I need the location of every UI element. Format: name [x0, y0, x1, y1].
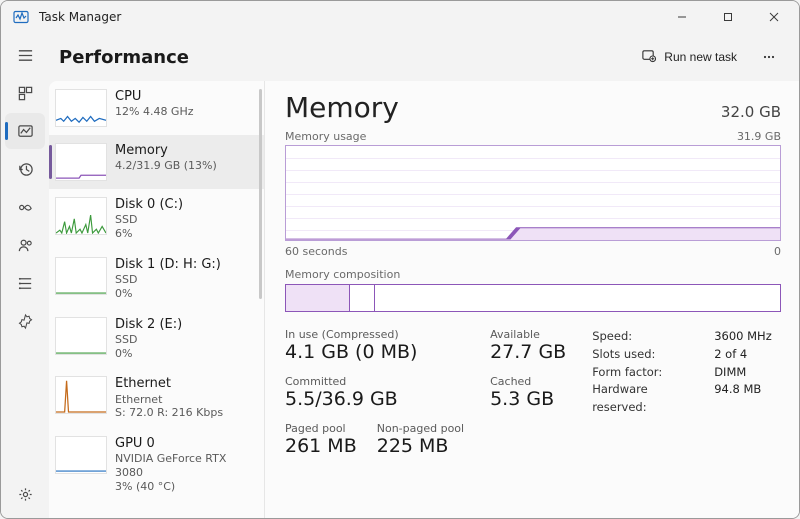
memory-composition-chart	[285, 284, 781, 312]
perf-item-gpu0[interactable]: GPU 0 NVIDIA GeForce RTX 3080 3% (40 °C)	[49, 428, 264, 502]
perf-item-disk0[interactable]: Disk 0 (C:) SSD 6%	[49, 189, 264, 249]
stats-grid: In use (Compressed) 4.1 GB (0 MB) Commit…	[285, 328, 781, 459]
perf-item-ethernet[interactable]: Ethernet Ethernet S: 72.0 R: 216 Kbps	[49, 368, 264, 428]
perf-item-memory[interactable]: Memory 4.2/31.9 GB (13%)	[49, 135, 264, 189]
kv-key: Speed:	[592, 328, 704, 346]
kv-key: Hardware reserved:	[592, 381, 704, 417]
stat-label: Non-paged pool	[377, 422, 464, 435]
more-options-button[interactable]	[753, 42, 785, 72]
composition-label: Memory composition	[285, 268, 781, 281]
stat-value-committed: 5.5/36.9 GB	[285, 388, 464, 412]
perf-item-sub2: 0%	[115, 347, 182, 361]
nav-startup[interactable]	[5, 189, 45, 225]
hamburger-button[interactable]	[5, 37, 45, 73]
stat-value-nonpaged: 225 MB	[377, 435, 464, 459]
perf-item-sub2: 3% (40 °C)	[115, 480, 254, 494]
perf-item-disk2[interactable]: Disk 2 (E:) SSD 0%	[49, 309, 264, 369]
maximize-button[interactable]	[705, 2, 751, 32]
stat-label: Paged pool	[285, 422, 357, 435]
nav-details[interactable]	[5, 265, 45, 301]
stat-label: Committed	[285, 375, 464, 388]
stat-value-in-use: 4.1 GB (0 MB)	[285, 341, 464, 365]
stat-value-paged: 261 MB	[285, 435, 357, 459]
run-new-task-label: Run new task	[664, 50, 737, 64]
perf-item-sub2: S: 72.0 R: 216 Kbps	[115, 406, 223, 420]
kv-val-form: DIMM	[714, 364, 746, 382]
close-button[interactable]	[751, 2, 797, 32]
usage-chart-max: 31.9 GB	[737, 130, 781, 143]
titlebar[interactable]: Task Manager	[1, 1, 799, 33]
perf-item-sub2: 6%	[115, 227, 183, 241]
perf-item-cpu[interactable]: CPU 12% 4.48 GHz	[49, 81, 264, 135]
perf-item-sub: SSD	[115, 333, 182, 347]
stat-label: Cached	[490, 375, 566, 388]
run-new-task-button[interactable]: Run new task	[633, 42, 745, 72]
memory-usage-chart	[285, 145, 781, 241]
perf-item-sub: SSD	[115, 213, 183, 227]
perf-item-name: Memory	[115, 143, 217, 159]
perf-item-sub2: 0%	[115, 287, 221, 301]
detail-capacity: 32.0 GB	[721, 103, 781, 121]
mini-graph-disk1	[55, 257, 107, 295]
minimize-button[interactable]	[659, 2, 705, 32]
page-title: Performance	[59, 47, 189, 68]
nav-users[interactable]	[5, 227, 45, 263]
detail-title: Memory	[285, 91, 399, 124]
perf-item-disk1[interactable]: Disk 1 (D: H: G:) SSD 0%	[49, 249, 264, 309]
perf-item-name: GPU 0	[115, 436, 254, 452]
stat-label: Available	[490, 328, 566, 341]
axis-start: 60 seconds	[285, 245, 347, 258]
nav-performance[interactable]	[5, 113, 45, 149]
perf-item-sub: NVIDIA GeForce RTX 3080	[115, 452, 254, 480]
perf-item-name: Ethernet	[115, 376, 223, 392]
stat-label: In use (Compressed)	[285, 328, 464, 341]
axis-end: 0	[774, 245, 781, 258]
content-area: Performance Run new task	[49, 33, 799, 518]
mini-graph-disk0	[55, 197, 107, 235]
perf-item-name: Disk 2 (E:)	[115, 317, 182, 333]
perf-item-name: CPU	[115, 89, 194, 105]
kv-val-speed: 3600 MHz	[714, 328, 772, 346]
run-task-icon	[641, 48, 656, 66]
task-manager-app-icon	[13, 9, 29, 25]
usage-chart-label: Memory usage	[285, 130, 366, 143]
mini-graph-disk2	[55, 317, 107, 355]
nav-settings[interactable]	[5, 476, 45, 512]
nav-rail	[1, 33, 49, 518]
nav-services[interactable]	[5, 303, 45, 339]
perf-item-sub: SSD	[115, 273, 221, 287]
perf-list-scrollbar[interactable]	[259, 89, 262, 299]
stat-value-available: 27.7 GB	[490, 341, 566, 365]
nav-app-history[interactable]	[5, 151, 45, 187]
detail-panel: Memory 32.0 GB Memory usage 31.9 GB	[265, 81, 799, 518]
kv-val-hwres: 94.8 MB	[714, 381, 761, 417]
mini-graph-cpu	[55, 89, 107, 127]
mini-graph-gpu0	[55, 436, 107, 474]
page-header: Performance Run new task	[49, 33, 799, 81]
perf-item-name: Disk 0 (C:)	[115, 197, 183, 213]
perf-item-sub: 4.2/31.9 GB (13%)	[115, 159, 217, 173]
perf-item-sub: 12% 4.48 GHz	[115, 105, 194, 119]
kv-key: Slots used:	[592, 346, 704, 364]
app-title: Task Manager	[39, 10, 121, 24]
mini-graph-ethernet	[55, 376, 107, 414]
mini-graph-memory	[55, 143, 107, 181]
stat-value-cached: 5.3 GB	[490, 388, 566, 412]
kv-key: Form factor:	[592, 364, 704, 382]
perf-item-name: Disk 1 (D: H: G:)	[115, 257, 221, 273]
task-manager-window: Task Manager	[0, 0, 800, 519]
nav-processes[interactable]	[5, 75, 45, 111]
performance-list: CPU 12% 4.48 GHz Memory 4.2/31.9 GB (13%…	[49, 81, 265, 518]
perf-item-sub: Ethernet	[115, 393, 223, 407]
kv-val-slots: 2 of 4	[714, 346, 747, 364]
